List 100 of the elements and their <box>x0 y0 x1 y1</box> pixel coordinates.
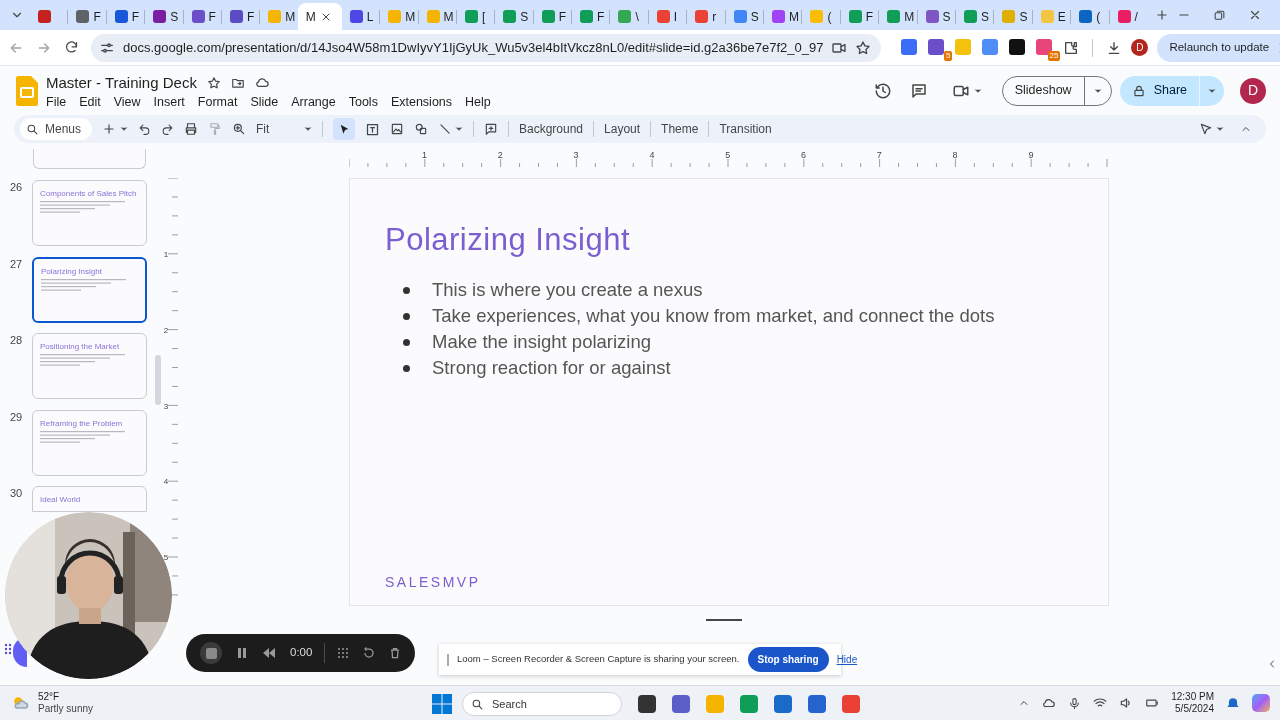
browser-tab[interactable]: [ <box>456 3 495 30</box>
toolbar-button[interactable]: Transition <box>719 120 772 138</box>
line-tool-button[interactable] <box>438 122 463 136</box>
hide-link[interactable]: Hide <box>836 652 858 667</box>
profile-avatar[interactable]: D <box>1131 39 1149 56</box>
browser-tab[interactable]: M <box>418 3 456 30</box>
browser-tab[interactable]: S <box>145 3 183 30</box>
close-icon[interactable] <box>1248 8 1262 22</box>
shape-icon[interactable] <box>414 122 428 136</box>
browser-tab[interactable]: L <box>341 3 380 30</box>
zoom-icon[interactable] <box>232 122 246 136</box>
browser-tab[interactable]: E <box>1032 3 1071 30</box>
bookmark-star-icon[interactable] <box>855 39 872 56</box>
browser-tab[interactable]: S <box>994 3 1032 30</box>
browser-tab[interactable]: M <box>764 3 802 30</box>
battery-icon[interactable] <box>1145 696 1160 710</box>
browser-tab[interactable]: M <box>260 3 298 30</box>
menu-item[interactable]: File <box>46 92 67 111</box>
address-bar[interactable]: docs.google.com/presentation/d/14Jso4W58m1DwIyvY1IjGyUk_Wu5v3el4bItVkcz8nL0/edit#slide=id.g2a36be7e7f2_0_97 <box>91 33 882 62</box>
toolbar-button[interactable]: Background <box>519 120 584 138</box>
browser-tab[interactable]: \ <box>610 3 648 30</box>
menu-item[interactable]: Extensions <box>390 92 453 111</box>
undo-icon[interactable] <box>138 122 151 136</box>
drag-handle-icon[interactable] <box>4 643 12 655</box>
slide-bullet-list[interactable]: This is where you create a nexus Take experiences, what you know from market, and connect the dots Make the insight polarizing Strong reaction for or against <box>385 277 1108 381</box>
browser-tab[interactable]: S <box>956 3 994 30</box>
cloud-icon[interactable] <box>1042 696 1057 710</box>
menu-item[interactable]: Arrange <box>291 92 336 111</box>
menu-item[interactable]: Edit <box>79 92 101 111</box>
menu-item[interactable]: Tools <box>348 92 378 111</box>
editor-icon[interactable] <box>808 695 826 713</box>
menu-item[interactable]: View <box>113 92 141 111</box>
grid-icon[interactable] <box>337 647 350 659</box>
browser-tab[interactable]: F <box>106 3 145 30</box>
copilot-icon[interactable] <box>1252 694 1270 712</box>
stop-sharing-button[interactable]: Stop sharing <box>747 647 829 672</box>
slide-thumbnail[interactable]: Reframing the Problem <box>32 409 147 476</box>
scrollbar-thumb[interactable] <box>155 355 161 405</box>
account-avatar[interactable]: D <box>1240 77 1266 104</box>
toolbar-button[interactable]: Theme <box>661 120 699 138</box>
browser-tab[interactable]: F <box>840 3 879 30</box>
menu-item[interactable]: Insert <box>153 92 185 111</box>
pause-icon[interactable] <box>236 647 248 659</box>
add-comment-icon[interactable] <box>484 122 498 136</box>
reload-icon[interactable] <box>64 40 79 55</box>
extension-icon[interactable] <box>1009 38 1026 55</box>
stop-recording-button[interactable] <box>200 642 222 664</box>
rewind-icon[interactable] <box>262 647 276 659</box>
browser-tab[interactable]: S <box>495 3 533 30</box>
menu-item[interactable]: Format <box>197 92 238 111</box>
store-icon[interactable] <box>774 695 792 713</box>
trash-icon[interactable] <box>389 647 402 659</box>
toolbar-button[interactable]: Layout <box>604 120 641 138</box>
browser-tab[interactable]: M <box>879 3 917 30</box>
print-icon[interactable] <box>184 122 198 136</box>
redo-icon[interactable] <box>161 122 174 136</box>
task-view-icon[interactable] <box>638 695 656 713</box>
microphone-icon[interactable] <box>1068 696 1082 710</box>
browser-tab[interactable]: M <box>297 3 342 30</box>
pen-tool-button[interactable] <box>1199 122 1224 136</box>
browser-tab[interactable]: / <box>1109 3 1147 30</box>
browser-tab[interactable]: S <box>725 3 764 30</box>
new-tab-icon[interactable] <box>1154 8 1169 22</box>
start-icon[interactable] <box>432 694 452 714</box>
browser-tab[interactable]: ( <box>802 3 840 30</box>
slide-thumbnail[interactable]: Positioning the Market <box>32 333 147 399</box>
notification-bell-icon[interactable] <box>1226 696 1240 710</box>
browser-tab[interactable]: F <box>221 3 260 30</box>
taskbar-search-field[interactable]: Search <box>462 692 622 716</box>
browser-tab[interactable]: S <box>917 3 955 30</box>
restore-icon[interactable] <box>1213 8 1226 22</box>
restart-icon[interactable] <box>363 647 376 659</box>
browser-tab[interactable]: F <box>183 3 221 30</box>
comments-icon[interactable] <box>909 81 928 100</box>
extensions-puzzle-icon[interactable] <box>1063 39 1080 56</box>
text-box-icon[interactable] <box>365 121 380 137</box>
image-icon[interactable] <box>390 122 404 136</box>
slide-thumbnail[interactable]: Ideal World <box>32 486 147 512</box>
browser-tab[interactable]: ( <box>1071 3 1109 30</box>
clock-time[interactable]: 12:30 PM <box>1171 691 1214 703</box>
browser-tab[interactable]: M <box>380 3 418 30</box>
browser-tab[interactable]: F <box>68 3 106 30</box>
slide-title[interactable]: Polarizing Insight <box>385 221 1108 259</box>
browser-tab[interactable]: F <box>533 3 572 30</box>
wifi-icon[interactable] <box>1093 696 1108 710</box>
menu-item[interactable]: Help <box>465 92 491 111</box>
slide-thumbnail[interactable]: Components of Sales Pitch <box>32 180 147 246</box>
new-slide-button[interactable] <box>102 122 128 136</box>
select-tool-button[interactable] <box>333 118 355 140</box>
cloud-icon[interactable] <box>254 75 270 90</box>
browser-tab[interactable]: r <box>687 3 725 30</box>
star-icon[interactable] <box>206 75 221 90</box>
menu-item[interactable]: Slide <box>250 92 279 111</box>
browser-tab[interactable]: F <box>572 3 610 30</box>
menus-search-field[interactable]: Menus <box>20 118 92 140</box>
slide-thumbnail[interactable] <box>33 149 146 169</box>
document-title[interactable]: Master - Training Deck <box>46 72 197 93</box>
relaunch-button[interactable]: Relaunch to update <box>1157 33 1280 62</box>
clock-date[interactable]: 5/5/2024 <box>1175 703 1214 715</box>
version-history-icon[interactable] <box>873 81 892 100</box>
